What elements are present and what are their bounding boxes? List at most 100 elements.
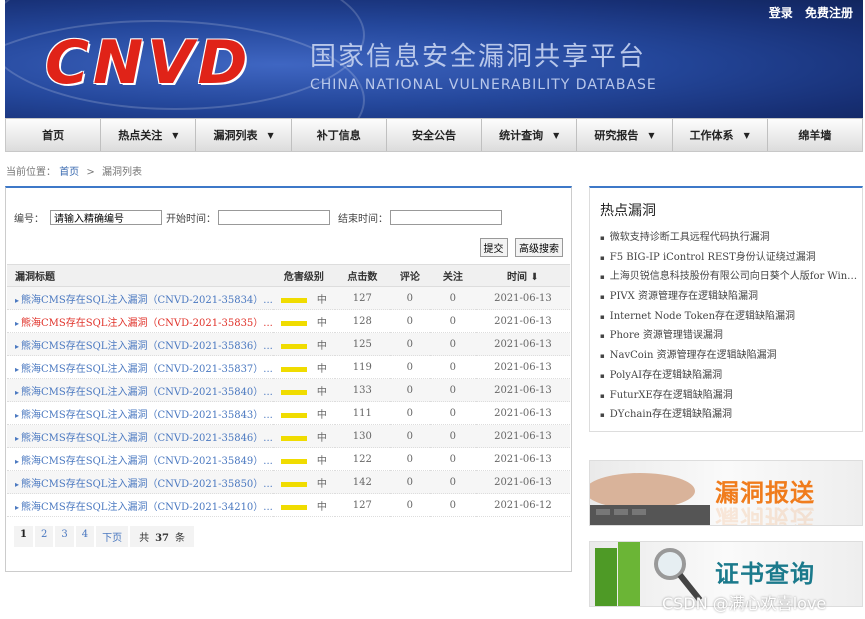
search-buttons: 提交 高级搜索 bbox=[476, 238, 563, 257]
level-cell: 中 bbox=[272, 378, 335, 402]
level-text: 中 bbox=[316, 432, 327, 444]
follows-cell: 0 bbox=[429, 355, 476, 379]
level-bar bbox=[280, 366, 307, 372]
chevron-down-icon: ▼ bbox=[267, 130, 274, 140]
submit-button[interactable]: 提交 bbox=[479, 238, 508, 257]
id-input[interactable] bbox=[50, 210, 162, 225]
page-2[interactable]: 2 bbox=[34, 526, 54, 547]
nav-item-label: 绵羊墙 bbox=[798, 129, 832, 142]
next-page[interactable]: 下页 bbox=[96, 526, 129, 547]
col-time[interactable]: 时间 ⬇ bbox=[475, 264, 570, 287]
title-cell: ▸ 熊海CMS存在SQL注入漏洞（CNVD-2021-35846）... bbox=[7, 424, 273, 448]
register-link[interactable]: 免费注册 bbox=[805, 6, 853, 20]
hot-vulnerabilities-panel: 热点漏洞 微软支持诊断工具远程代码执行漏洞F5 BIG-IP iControl … bbox=[589, 186, 863, 432]
title-cell: ▸ 熊海CMS存在SQL注入漏洞（CNVD-2021-35836）... bbox=[7, 332, 273, 356]
start-time-input[interactable] bbox=[218, 210, 330, 225]
title-cell: ▸ 熊海CMS存在SQL注入漏洞（CNVD-2021-35835）... bbox=[7, 309, 273, 333]
breadcrumb: 当前位置： 首页 > 漏洞列表 bbox=[6, 163, 142, 178]
hot-item[interactable]: DYchain存在逻辑缺陷漏洞 bbox=[600, 405, 858, 425]
hot-item[interactable]: NavCoin 资源管理存在逻辑缺陷漏洞 bbox=[600, 346, 858, 366]
vuln-link[interactable]: 熊海CMS存在SQL注入漏洞（CNVD-2021-35837）... bbox=[21, 364, 273, 375]
clicks-cell: 125 bbox=[334, 332, 390, 356]
clicks-cell: 119 bbox=[334, 355, 390, 379]
nav-item-3[interactable]: 补丁信息 bbox=[292, 119, 387, 151]
hot-item[interactable]: FuturXE存在逻辑缺陷漏洞 bbox=[600, 386, 858, 406]
end-time-input[interactable] bbox=[390, 210, 502, 225]
nav-item-0[interactable]: 首页 bbox=[6, 119, 102, 151]
level-cell: 中 bbox=[272, 470, 335, 494]
table-row: ▸ 熊海CMS存在SQL注入漏洞（CNVD-2021-35836）... 中 125 0… bbox=[7, 332, 570, 356]
page-1[interactable]: 1 bbox=[14, 526, 33, 547]
level-text: 中 bbox=[316, 409, 327, 421]
clicks-cell: 128 bbox=[334, 309, 390, 333]
level-text: 中 bbox=[316, 501, 327, 513]
date-cell: 2021-06-13 bbox=[475, 447, 570, 471]
nav-item-5[interactable]: 统计查询 ▼ bbox=[482, 119, 578, 151]
level-cell: 中 bbox=[272, 355, 335, 379]
table-row: ▸ 熊海CMS存在SQL注入漏洞（CNVD-2021-35846）... 中 130 0… bbox=[7, 424, 570, 448]
vuln-link[interactable]: 熊海CMS存在SQL注入漏洞（CNVD-2021-34210）... bbox=[21, 502, 273, 513]
nav-item-label: 安全公告 bbox=[411, 129, 456, 142]
col-clicks[interactable]: 点击数 bbox=[334, 264, 390, 287]
nav-item-6[interactable]: 研究报告 ▼ bbox=[577, 119, 673, 151]
comments-cell: 0 bbox=[389, 470, 430, 494]
login-link[interactable]: 登录 bbox=[769, 6, 793, 20]
nav-item-2[interactable]: 漏洞列表 ▼ bbox=[196, 119, 292, 151]
report-banner[interactable]: 漏洞报送 漏洞报送 bbox=[589, 460, 863, 526]
nav-item-8[interactable]: 绵羊墙 bbox=[768, 119, 862, 151]
follows-cell: 0 bbox=[429, 332, 476, 356]
comments-cell: 0 bbox=[389, 447, 430, 471]
level-text: 中 bbox=[316, 317, 327, 329]
comments-cell: 0 bbox=[389, 493, 430, 517]
chevron-down-icon: ▼ bbox=[648, 130, 655, 140]
col-follows[interactable]: 关注 bbox=[429, 264, 476, 287]
chevron-down-icon: ▼ bbox=[743, 130, 750, 140]
arrow-icon: ▸ bbox=[15, 364, 20, 374]
follows-cell: 0 bbox=[429, 470, 476, 494]
date-cell: 2021-06-13 bbox=[475, 309, 570, 333]
vuln-link[interactable]: 熊海CMS存在SQL注入漏洞（CNVD-2021-35835）... bbox=[21, 318, 273, 329]
breadcrumb-home[interactable]: 首页 bbox=[59, 167, 79, 178]
hot-item[interactable]: Internet Node Token存在逻辑缺陷漏洞 bbox=[600, 307, 858, 327]
page-3[interactable]: 3 bbox=[55, 526, 74, 547]
advanced-search-button[interactable]: 高级搜索 bbox=[515, 238, 563, 257]
hot-item[interactable]: PIVX 资源管理存在逻辑缺陷漏洞 bbox=[600, 287, 858, 307]
vuln-link[interactable]: 熊海CMS存在SQL注入漏洞（CNVD-2021-35834）... bbox=[21, 295, 273, 306]
cnvd-logo[interactable]: CNVD bbox=[45, 28, 252, 98]
col-title[interactable]: 漏洞标题 bbox=[7, 264, 273, 287]
vuln-link[interactable]: 熊海CMS存在SQL注入漏洞（CNVD-2021-35843）... bbox=[21, 410, 273, 421]
hot-item[interactable]: Phore 资源管理错误漏洞 bbox=[600, 326, 858, 346]
hot-item[interactable]: PolyAI存在逻辑缺陷漏洞 bbox=[600, 366, 858, 386]
level-cell: 中 bbox=[272, 286, 335, 310]
hot-item[interactable]: F5 BIG-IP iControl REST身份认证绕过漏洞 bbox=[600, 248, 858, 268]
cert-label: 证书查询 bbox=[715, 560, 815, 588]
level-text: 中 bbox=[316, 455, 327, 467]
hot-item[interactable]: 微软支持诊断工具远程代码执行漏洞 bbox=[600, 228, 858, 248]
hot-item[interactable]: 上海贝锐信息科技股份有限公司向日葵个人版for Windows存在命令执行漏洞 bbox=[600, 267, 858, 287]
title-cell: ▸ 熊海CMS存在SQL注入漏洞（CNVD-2021-35850）... bbox=[7, 470, 273, 494]
date-cell: 2021-06-13 bbox=[475, 470, 570, 494]
vuln-link[interactable]: 熊海CMS存在SQL注入漏洞（CNVD-2021-35840）... bbox=[21, 387, 273, 398]
nav-item-4[interactable]: 安全公告 bbox=[387, 119, 483, 151]
total-total: 37 bbox=[155, 533, 170, 544]
date-cell: 2021-06-13 bbox=[475, 401, 570, 425]
breadcrumb-current: 漏洞列表 bbox=[101, 167, 142, 178]
col-comments[interactable]: 评论 bbox=[389, 264, 430, 287]
hot-list: 微软支持诊断工具远程代码执行漏洞F5 BIG-IP iControl REST身… bbox=[600, 228, 858, 425]
vuln-link[interactable]: 熊海CMS存在SQL注入漏洞（CNVD-2021-35846）... bbox=[21, 433, 273, 444]
table-row: ▸ 熊海CMS存在SQL注入漏洞（CNVD-2021-34210）... 中 127 0… bbox=[7, 493, 570, 517]
vuln-link[interactable]: 熊海CMS存在SQL注入漏洞（CNVD-2021-35836）... bbox=[21, 341, 273, 352]
level-bar bbox=[280, 481, 307, 487]
title-cell: ▸ 熊海CMS存在SQL注入漏洞（CNVD-2021-34210）... bbox=[7, 493, 273, 517]
title-cell: ▸ 熊海CMS存在SQL注入漏洞（CNVD-2021-35840）... bbox=[7, 378, 273, 402]
csdn-watermark: CSDN @满心欢喜love bbox=[662, 594, 827, 613]
comments-cell: 0 bbox=[389, 378, 430, 402]
main-nav: 首页 热点关注 ▼ 漏洞列表 ▼ 补丁信息 安全公告 统计查询 ▼ 研究报告 ▼ 工作体系 ▼ 绵羊墙 bbox=[5, 118, 863, 152]
col-level[interactable]: 危害级别 bbox=[272, 264, 335, 287]
page-4[interactable]: 4 bbox=[75, 526, 95, 547]
nav-item-1[interactable]: 热点关注 ▼ bbox=[101, 119, 197, 151]
breadcrumb-prefix: 当前位置： bbox=[6, 167, 56, 178]
vuln-link[interactable]: 熊海CMS存在SQL注入漏洞（CNVD-2021-35849）... bbox=[21, 456, 273, 467]
nav-item-7[interactable]: 工作体系 ▼ bbox=[673, 119, 768, 151]
vuln-link[interactable]: 熊海CMS存在SQL注入漏洞（CNVD-2021-35850）... bbox=[21, 479, 273, 490]
